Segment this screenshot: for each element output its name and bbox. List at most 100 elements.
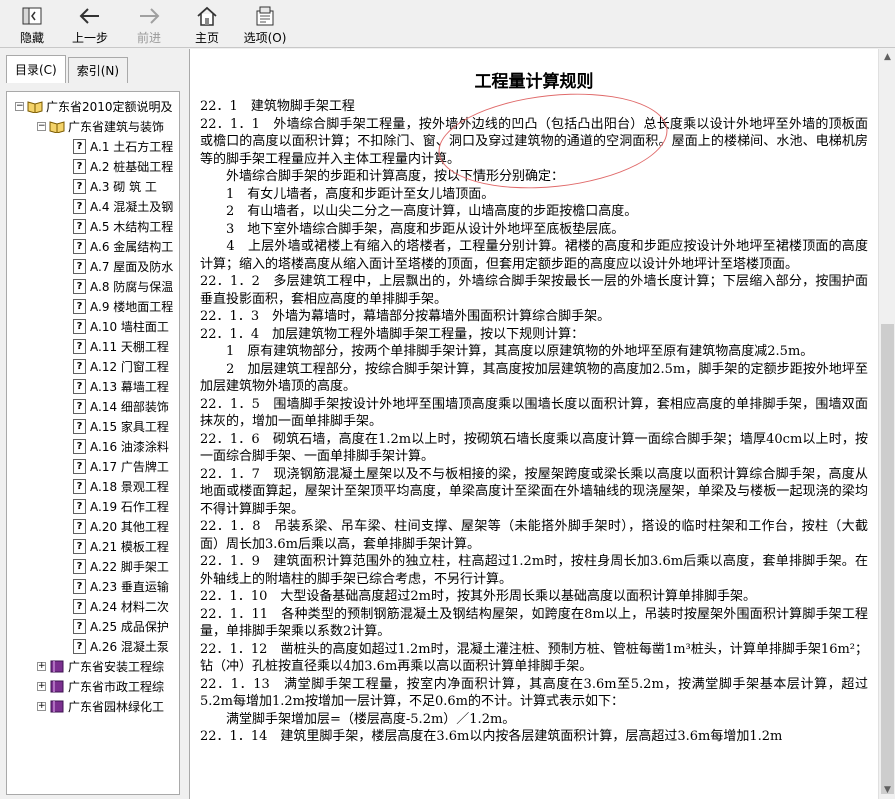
expand-icon[interactable]: + <box>37 681 46 691</box>
tree-item-page[interactable]: ? A.16 油漆涂料 <box>7 436 179 456</box>
closed-book-icon <box>50 700 64 713</box>
forward-button[interactable]: 前进 <box>120 0 178 46</box>
paragraph: 22．1．3 外墙为幕墙时，幕墙部分按幕墙外围面积计算综合脚手架。 <box>200 309 611 324</box>
tree-item-label: A.24 材料二次 <box>90 599 169 614</box>
open-book-icon <box>27 101 43 113</box>
content-pane: 工程量计算规则 22．1 建筑物脚手架工程 22．1．1 外墙综合脚手架工程量，按… <box>189 49 895 799</box>
help-page-icon: ? <box>73 238 86 254</box>
tree-item-page[interactable]: ? A.17 广告牌工 <box>7 456 179 476</box>
paragraph: 外墙综合脚手架的步距和计算高度，按以下情形分别确定： <box>200 169 565 184</box>
tree-item-label: A.4 混凝土及钢 <box>90 199 174 214</box>
tree-item-page[interactable]: ? A.9 楼地面工程 <box>7 296 179 316</box>
paragraph: 22．1．13 满堂脚手架工程量，按室内净面积计算，其高度在3.6m至5.2m，… <box>200 676 868 710</box>
tree-item-label: 广东省2010定额说明及 <box>46 99 173 114</box>
tree-item-page[interactable]: ? A.21 模板工程 <box>7 536 179 556</box>
tree-item-page[interactable]: ? A.1 土石方工程 <box>7 136 179 156</box>
document: 工程量计算规则 22．1 建筑物脚手架工程 22．1．1 外墙综合脚手架工程量，按… <box>200 69 868 746</box>
help-page-icon: ? <box>73 338 86 354</box>
expand-icon[interactable]: + <box>37 701 46 711</box>
help-page-icon: ? <box>73 258 86 274</box>
help-page-icon: ? <box>73 438 86 454</box>
paragraph: 22．1．7 现浇钢筋混凝土屋架以及不与板相接的梁，按屋架跨度或梁长乘以高度以面… <box>200 466 868 517</box>
paragraph: 22．1．9 建筑面积计算范围外的独立柱，柱高超过1.2m时，按柱身周长加3.6… <box>200 554 868 587</box>
closed-book-icon <box>50 680 64 693</box>
tree-item-label: A.17 广告牌工 <box>90 459 169 474</box>
tab-contents[interactable]: 目录(C) <box>6 55 66 83</box>
tree-item-label: 广东省建筑与装饰 <box>68 119 165 134</box>
tree-item-book[interactable]: + 广东省安装工程综 <box>7 656 179 676</box>
tree-item-label: A.10 墙柱面工 <box>90 319 169 334</box>
paragraph: 3 地下室外墙综合脚手架，高度和步距从设计外地坪至底板垫层底。 <box>200 221 625 237</box>
tree-item-page[interactable]: ? A.8 防腐与保温 <box>7 276 179 296</box>
paragraph: 1 原有建筑物部分，按两个单排脚手架计算，其高度以原建筑物的外地坪至原有建筑物高… <box>200 344 814 359</box>
tree-item-label: 广东省市政工程综 <box>68 679 165 694</box>
tree-item-page[interactable]: ? A.10 墙柱面工 <box>7 316 179 336</box>
tree-item-page[interactable]: ? A.11 天棚工程 <box>7 336 179 356</box>
tree-item-label: A.1 土石方工程 <box>90 139 174 154</box>
navigation-pane: 目录(C) 索引(N) − 广东省2010定额说明及 − 广东省建筑与装饰? A.1 土… <box>0 49 183 799</box>
tree-item-book[interactable]: − 广东省2010定额说明及 <box>7 96 179 116</box>
tree-item-page[interactable]: ? A.25 成品保护 <box>7 616 179 636</box>
help-page-icon: ? <box>73 418 86 434</box>
paragraph: 4 上层外墙或裙楼上有缩入的塔楼者，工程量分别计算。裙楼的高度和步距应按设计外地… <box>200 239 868 272</box>
options-button[interactable]: 选项(O) <box>236 0 294 46</box>
scroll-up-arrow-icon[interactable]: ▲ <box>879 49 895 66</box>
tree-item-label: A.8 防腐与保温 <box>90 279 174 294</box>
hide-button[interactable]: 隐藏 <box>4 0 60 46</box>
tree-item-book[interactable]: + 广东省园林绿化工 <box>7 696 179 716</box>
paragraph: 22．1．11 各种类型的预制钢筋混凝土及钢结构屋架，如跨度在8m以上，吊装时按… <box>200 606 868 640</box>
tree-item-page[interactable]: ? A.14 细部装饰 <box>7 396 179 416</box>
tree-item-page[interactable]: ? A.23 垂直运输 <box>7 576 179 596</box>
tree-item-page[interactable]: ? A.22 脚手架工 <box>7 556 179 576</box>
tree-item-page[interactable]: ? A.15 家具工程 <box>7 416 179 436</box>
help-page-icon: ? <box>73 518 86 534</box>
help-page-icon: ? <box>73 538 86 554</box>
tree-item-book[interactable]: − 广东省建筑与装饰 <box>7 116 179 136</box>
tree-item-label: A.9 楼地面工程 <box>90 299 174 314</box>
tree-item-label: A.26 混凝土泵 <box>90 639 169 654</box>
tree-item-label: A.14 细部装饰 <box>90 399 169 414</box>
back-button[interactable]: 上一步 <box>60 0 120 46</box>
tree-item-page[interactable]: ? A.7 屋面及防水 <box>7 256 179 276</box>
tree-item-page[interactable]: ? A.12 门窗工程 <box>7 356 179 376</box>
scrollbar-thumb[interactable] <box>881 324 894 794</box>
contents-tree: − 广东省2010定额说明及 − 广东省建筑与装饰? A.1 土石方工程? A.2 桩基础… <box>6 91 180 795</box>
help-page-icon: ? <box>73 558 86 574</box>
tree-item-label: A.20 其他工程 <box>90 519 169 534</box>
tree-item-label: A.21 模板工程 <box>90 539 169 554</box>
tree-item-page[interactable]: ? A.4 混凝土及钢 <box>7 196 179 216</box>
tree-item-page[interactable]: ? A.5 木结构工程 <box>7 216 179 236</box>
paragraph: 22．1．1 外墙综合脚手架工程量，按外墙外边线的凹凸（包括凸出阳台）总长度乘以… <box>200 116 868 167</box>
tree-item-book[interactable]: + 广东省市政工程综 <box>7 676 179 696</box>
home-button[interactable]: 主页 <box>178 0 236 46</box>
collapse-icon[interactable]: − <box>37 121 46 131</box>
home-icon <box>193 4 221 27</box>
help-page-icon: ? <box>73 458 86 474</box>
tree-item-label: A.12 门窗工程 <box>90 359 169 374</box>
tree-item-page[interactable]: ? A.26 混凝土泵 <box>7 636 179 656</box>
tree-item-label: 广东省园林绿化工 <box>68 699 165 714</box>
paragraph: 22．1 建筑物脚手架工程 <box>200 99 355 114</box>
options-icon <box>251 4 279 27</box>
paragraph: 22．1．8 吊装系梁、吊车梁、柱间支撑、屋架等（未能搭外脚手架时），搭设的临时… <box>200 519 868 552</box>
vertical-scrollbar[interactable]: ▲ ▼ <box>878 49 895 799</box>
tree-item-page[interactable]: ? A.3 砌 筑 工 <box>7 176 179 196</box>
tree-item-page[interactable]: ? A.13 幕墙工程 <box>7 376 179 396</box>
tree-item-label: A.2 桩基础工程 <box>90 159 174 174</box>
tree-item-page[interactable]: ? A.20 其他工程 <box>7 516 179 536</box>
expand-icon[interactable]: + <box>37 661 46 671</box>
tree-item-page[interactable]: ? A.18 景观工程 <box>7 476 179 496</box>
tree-item-page[interactable]: ? A.24 材料二次 <box>7 596 179 616</box>
paragraph: 满堂脚手架增加层=（楼层高度-5.2m）／1.2m。 <box>200 711 516 727</box>
help-page-icon: ? <box>73 278 86 294</box>
collapse-icon[interactable]: − <box>15 101 24 111</box>
help-page-icon: ? <box>73 398 86 414</box>
help-page-icon: ? <box>73 318 86 334</box>
scroll-down-arrow-icon[interactable]: ▼ <box>879 782 895 799</box>
tree-item-page[interactable]: ? A.6 金属结构工 <box>7 236 179 256</box>
document-body: 22．1 建筑物脚手架工程 22．1．1 外墙综合脚手架工程量，按外墙外边线的凹凸… <box>200 98 868 746</box>
paragraph: 22．1．5 围墙脚手架按设计外地坪至围墙顶高度乘以围墙长度以面积计算，套相应高… <box>200 396 868 430</box>
tree-item-page[interactable]: ? A.2 桩基础工程 <box>7 156 179 176</box>
tab-index[interactable]: 索引(N) <box>67 57 129 83</box>
tree-item-page[interactable]: ? A.19 石作工程 <box>7 496 179 516</box>
